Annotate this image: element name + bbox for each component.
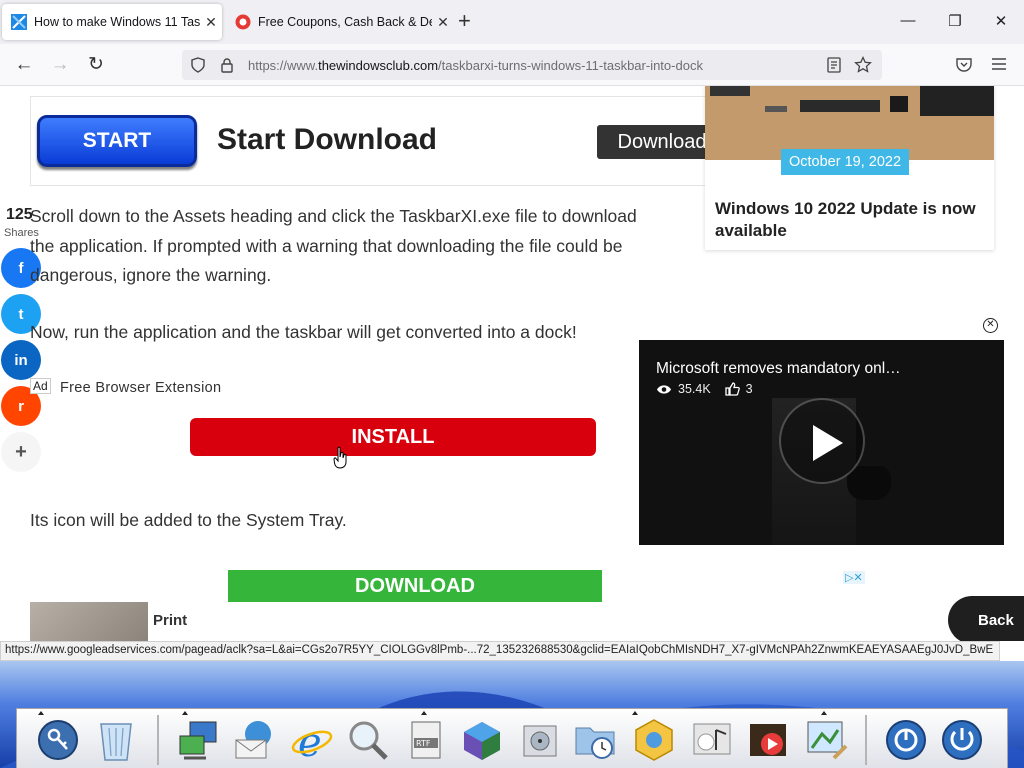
- disk-image-icon[interactable]: [517, 717, 563, 763]
- pocket-icon[interactable]: [955, 56, 973, 74]
- new-tab-button[interactable]: +: [458, 10, 471, 32]
- dock-indicator: [38, 711, 44, 715]
- dock-separator: [157, 715, 159, 765]
- ad-start-button[interactable]: START: [37, 115, 197, 167]
- network-computer-icon[interactable]: [175, 717, 221, 763]
- page-content: START Start Download Download October 19…: [0, 86, 1024, 641]
- paint-icon[interactable]: [803, 717, 849, 763]
- reader-view-icon[interactable]: [827, 57, 841, 73]
- minimize-button[interactable]: —: [898, 12, 918, 29]
- svg-text:RTF: RTF: [416, 739, 431, 748]
- key-icon[interactable]: [35, 717, 81, 763]
- video-likes: 3: [745, 382, 753, 396]
- windows-logo-icon: [11, 14, 27, 30]
- status-bar-url: https://www.googleadservices.com/pagead/…: [0, 641, 1000, 661]
- internet-explorer-icon[interactable]: e: [289, 717, 335, 763]
- folder-clock-icon[interactable]: [573, 717, 619, 763]
- navigation-bar: ← → ↻ https://www. thewindowsclub.com/tas…: [0, 44, 1024, 86]
- reddit-icon: r: [18, 397, 24, 415]
- address-bar[interactable]: https://www. thewindowsclub.com/taskbarxi…: [182, 50, 882, 80]
- tab-windows-club[interactable]: How to make Windows 11 Taskb ✕: [2, 4, 222, 40]
- article-title-link[interactable]: Windows 10 2022 Update is now available: [715, 198, 990, 242]
- print-label[interactable]: Print: [153, 612, 187, 629]
- magnifier-icon[interactable]: [345, 717, 391, 763]
- tab-title: How to make Windows 11 Taskb: [34, 15, 200, 29]
- mail-icon[interactable]: [231, 717, 277, 763]
- back-to-top-button[interactable]: Back: [948, 596, 1024, 641]
- cube-3d-icon[interactable]: [459, 717, 505, 763]
- article-paragraph: Its icon will be added to the System Tra…: [30, 510, 347, 530]
- dock-indicator: [632, 711, 638, 715]
- twitter-icon: t: [18, 305, 24, 323]
- media-player-icon[interactable]: [689, 717, 735, 763]
- shutdown-icon[interactable]: [939, 717, 985, 763]
- video-stats: 35.4K 3: [656, 382, 753, 396]
- play-icon: [813, 425, 843, 461]
- top-ad-banner[interactable]: START Start Download Download: [30, 96, 758, 186]
- install-button[interactable]: INSTALL: [190, 418, 596, 456]
- article-paragraph: Now, run the application and the taskbar…: [30, 322, 577, 342]
- dock-indicator: [421, 711, 427, 715]
- close-window-button[interactable]: ✕: [991, 12, 1011, 30]
- article-paragraph: Scroll down to the Assets heading and cl…: [30, 206, 637, 285]
- dock-indicator: [182, 711, 188, 715]
- print-thumbnail[interactable]: [30, 602, 148, 641]
- bookmark-star-icon[interactable]: [854, 56, 872, 74]
- video-close-icon[interactable]: ✕: [983, 318, 998, 333]
- coupon-site-icon: [235, 14, 251, 30]
- tab-close-icon[interactable]: ✕: [200, 14, 222, 31]
- ad-extension-text[interactable]: Free Browser Extension: [60, 380, 221, 396]
- video-views: 35.4K: [678, 382, 711, 396]
- settings-hex-icon[interactable]: [631, 717, 677, 763]
- rtf-document-icon[interactable]: RTF: [403, 717, 449, 763]
- share-count: 125: [6, 206, 33, 223]
- svg-text:e: e: [298, 720, 322, 762]
- article-date-badge: October 19, 2022: [781, 149, 910, 175]
- ad-choices-icon[interactable]: ▷✕: [843, 571, 865, 584]
- back-button[interactable]: ←: [12, 54, 36, 76]
- video-file-icon[interactable]: [745, 717, 791, 763]
- video-title[interactable]: Microsoft removes mandatory onl…: [656, 360, 901, 378]
- eye-icon: [657, 384, 671, 394]
- dock-separator: [865, 715, 867, 765]
- url-protocol: https://www.: [248, 57, 319, 73]
- forward-button[interactable]: →: [48, 54, 72, 76]
- dock-indicator: [821, 711, 827, 715]
- recycle-bin-icon[interactable]: [93, 717, 139, 763]
- reload-button[interactable]: ↻: [84, 54, 108, 76]
- thumbs-up-icon: [725, 382, 740, 396]
- play-button[interactable]: [779, 398, 865, 484]
- menu-icon[interactable]: [991, 57, 1007, 71]
- facebook-icon: f: [18, 259, 24, 277]
- hand-cursor-icon: [333, 446, 347, 469]
- url-path: /taskbarxi-turns-windows-11-taskbar-into…: [438, 57, 703, 73]
- lock-icon[interactable]: [220, 57, 234, 73]
- tab-coupons[interactable]: Free Coupons, Cash Back & Dea ✕: [226, 4, 454, 40]
- download-ad-button[interactable]: DOWNLOAD: [228, 570, 602, 602]
- ad-label: Ad: [30, 378, 51, 394]
- plus-icon: +: [15, 440, 27, 463]
- ad-title[interactable]: Start Download: [217, 123, 437, 157]
- linkedin-icon: in: [14, 351, 28, 369]
- power-icon[interactable]: [883, 717, 929, 763]
- shield-icon[interactable]: [190, 57, 206, 73]
- video-player[interactable]: Microsoft removes mandatory onl… 35.4K 3: [639, 340, 1004, 545]
- tab-title: Free Coupons, Cash Back & Dea: [258, 15, 432, 29]
- related-article-card[interactable]: October 19, 2022 Windows 10 2022 Update …: [705, 86, 994, 250]
- maximize-button[interactable]: ❐: [945, 12, 965, 30]
- url-domain: thewindowsclub.com: [318, 57, 439, 73]
- more-share-button[interactable]: +: [1, 432, 41, 472]
- tab-close-icon[interactable]: ✕: [432, 14, 454, 31]
- dock-bar: e RTF: [16, 708, 1008, 768]
- tab-strip: How to make Windows 11 Taskb ✕ Free Coup…: [0, 0, 1024, 44]
